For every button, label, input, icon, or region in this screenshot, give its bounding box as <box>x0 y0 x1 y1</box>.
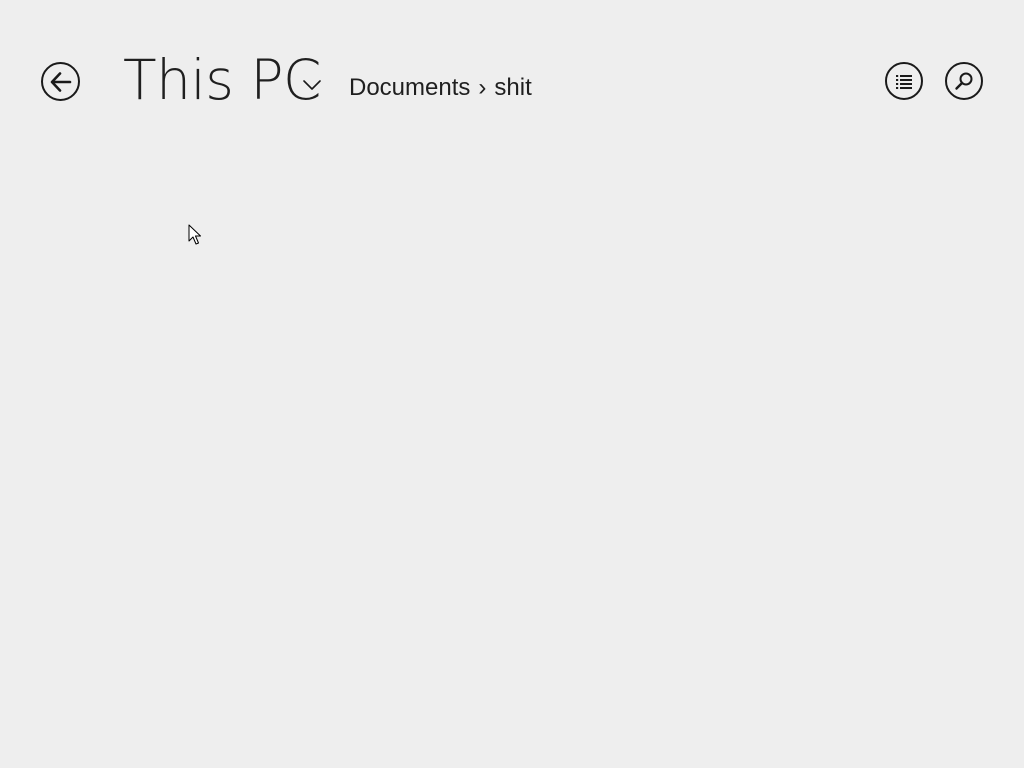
search-icon <box>955 72 973 90</box>
breadcrumb: Documents › shit <box>349 74 532 102</box>
breadcrumb-item-documents[interactable]: Documents <box>349 74 470 102</box>
mouse-cursor-icon <box>188 224 201 245</box>
breadcrumb-separator: › <box>478 74 487 101</box>
header: This PC Documents › shit <box>0 0 1024 160</box>
chevron-down-icon[interactable] <box>303 78 321 92</box>
breadcrumb-item-current-folder[interactable]: shit <box>494 74 531 102</box>
back-button[interactable] <box>41 62 80 101</box>
file-picker-page: This PC Documents › shit <box>0 0 1024 768</box>
folder-contents-area[interactable] <box>0 160 1024 768</box>
list-view-icon <box>896 75 912 89</box>
back-arrow-icon <box>50 71 71 92</box>
location-selector[interactable]: This PC <box>123 48 321 112</box>
location-title: This PC <box>123 48 321 112</box>
search-button[interactable] <box>945 62 983 100</box>
view-options-button[interactable] <box>885 62 923 100</box>
